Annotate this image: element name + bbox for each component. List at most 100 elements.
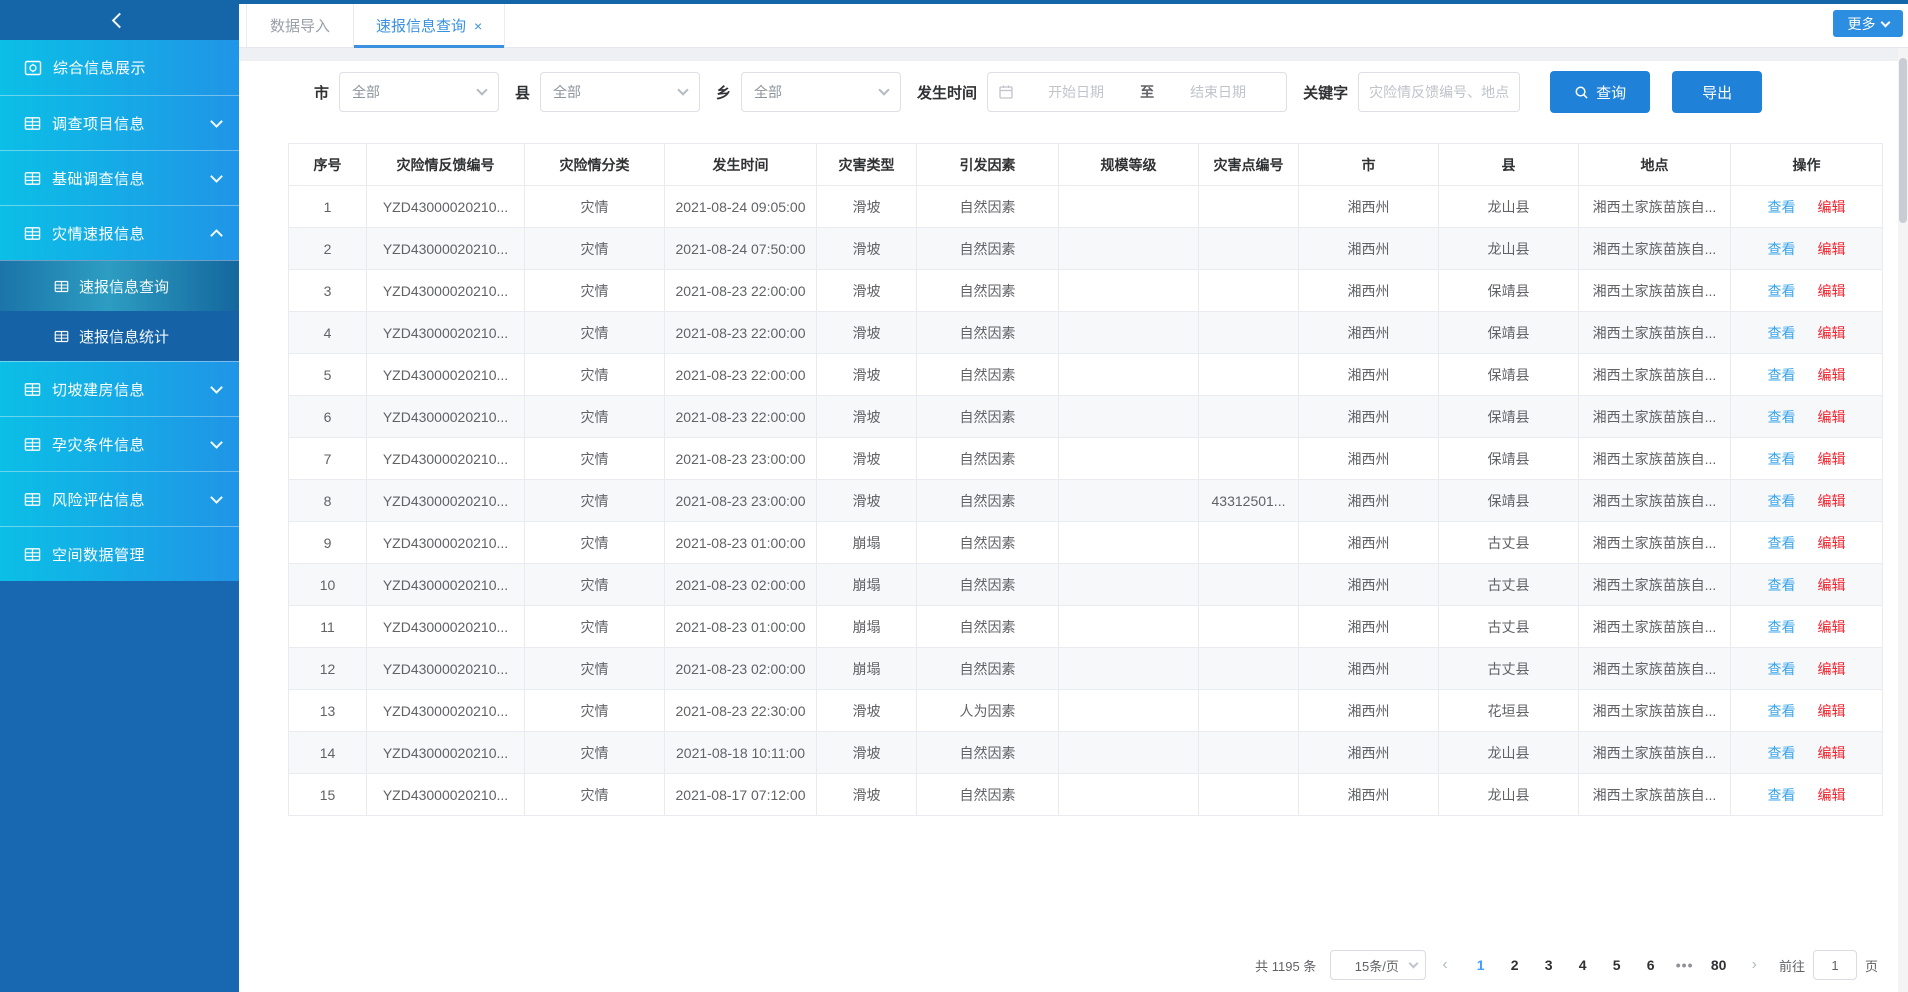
- sidebar-subitem-速报信息统计[interactable]: 速报信息统计: [0, 311, 239, 361]
- content-card: 市 全部 县 全部 乡 全部 发生时间 开始日期 至 结束: [239, 61, 1908, 992]
- table-cell: 湘西州: [1299, 732, 1439, 774]
- table-cell: 灾情: [525, 396, 665, 438]
- table-cell: 2021-08-17 07:12:00: [665, 774, 817, 816]
- search-button[interactable]: 查询: [1550, 71, 1650, 113]
- page-number-6[interactable]: 6: [1637, 951, 1665, 979]
- table-cell: [1199, 648, 1299, 690]
- sidebar-item-基础调查信息[interactable]: 基础调查信息: [0, 150, 239, 205]
- edit-link[interactable]: 编辑: [1818, 619, 1846, 635]
- table-cell: 自然因素: [917, 774, 1059, 816]
- next-page-button[interactable]: ›: [1748, 956, 1761, 974]
- actions-cell: 查看 编辑: [1731, 228, 1883, 270]
- table-cell: 6: [289, 396, 367, 438]
- sidebar-item-综合信息展示[interactable]: 综合信息展示: [0, 40, 239, 95]
- top-bar: [0, 0, 1908, 4]
- table-cell: 湘西土家族苗族自...: [1579, 606, 1731, 648]
- view-link[interactable]: 查看: [1768, 409, 1796, 425]
- edit-link[interactable]: 编辑: [1818, 745, 1846, 761]
- town-select[interactable]: 全部: [741, 72, 901, 112]
- view-link[interactable]: 查看: [1768, 745, 1796, 761]
- edit-link[interactable]: 编辑: [1818, 325, 1846, 341]
- view-link[interactable]: 查看: [1768, 451, 1796, 467]
- view-link[interactable]: 查看: [1768, 199, 1796, 215]
- sidebar-item-孕灾条件信息[interactable]: 孕灾条件信息: [0, 416, 239, 471]
- edit-link[interactable]: 编辑: [1818, 367, 1846, 383]
- table-cell: 湘西州: [1299, 480, 1439, 522]
- edit-link[interactable]: 编辑: [1818, 577, 1846, 593]
- city-select[interactable]: 全部: [339, 72, 499, 112]
- edit-link[interactable]: 编辑: [1818, 661, 1846, 677]
- view-link[interactable]: 查看: [1768, 787, 1796, 803]
- edit-link[interactable]: 编辑: [1818, 241, 1846, 257]
- scrollbar[interactable]: [1898, 48, 1908, 992]
- edit-link[interactable]: 编辑: [1818, 451, 1846, 467]
- more-button[interactable]: 更多: [1833, 10, 1903, 37]
- actions-cell: 查看 编辑: [1731, 648, 1883, 690]
- view-link[interactable]: 查看: [1768, 241, 1796, 257]
- date-range-picker[interactable]: 开始日期 至 结束日期: [987, 72, 1287, 112]
- tab-速报信息查询[interactable]: 速报信息查询×: [354, 4, 505, 47]
- table-cell: [1199, 396, 1299, 438]
- sidebar-item-灾情速报信息[interactable]: 灾情速报信息: [0, 205, 239, 260]
- page-size-select[interactable]: 15条/页: [1330, 950, 1426, 980]
- page-number-4[interactable]: 4: [1569, 951, 1597, 979]
- edit-link[interactable]: 编辑: [1818, 703, 1846, 719]
- table-cell: 湘西土家族苗族自...: [1579, 690, 1731, 732]
- tab-数据导入[interactable]: 数据导入: [246, 4, 354, 47]
- table-cell: 滑坡: [817, 774, 917, 816]
- page-number-80[interactable]: 80: [1705, 951, 1733, 979]
- view-link[interactable]: 查看: [1768, 577, 1796, 593]
- export-button[interactable]: 导出: [1672, 71, 1762, 113]
- sidebar-subitem-速报信息查询[interactable]: 速报信息查询: [0, 261, 239, 311]
- chevron-down-icon: [1409, 959, 1419, 969]
- goto-page-input[interactable]: [1813, 950, 1857, 980]
- page-number-5[interactable]: 5: [1603, 951, 1631, 979]
- table-cell: 灾情: [525, 522, 665, 564]
- table-row: 3YZD43000020210...灾情2021-08-23 22:00:00滑…: [289, 270, 1883, 312]
- sidebar-item-切坡建房信息[interactable]: 切坡建房信息: [0, 361, 239, 416]
- table-icon: [24, 491, 41, 508]
- edit-link[interactable]: 编辑: [1818, 787, 1846, 803]
- table-cell: 崩塌: [817, 648, 917, 690]
- sidebar-item-label: 调查项目信息: [52, 113, 212, 134]
- keyword-input[interactable]: [1358, 72, 1520, 112]
- end-date-placeholder[interactable]: 结束日期: [1160, 82, 1276, 102]
- edit-link[interactable]: 编辑: [1818, 283, 1846, 299]
- table-cell: YZD43000020210...: [367, 480, 525, 522]
- table-cell: YZD43000020210...: [367, 396, 525, 438]
- view-link[interactable]: 查看: [1768, 703, 1796, 719]
- page-number-2[interactable]: 2: [1501, 951, 1529, 979]
- table-cell: 灾情: [525, 270, 665, 312]
- table-cell: 滑坡: [817, 186, 917, 228]
- tab-close-icon[interactable]: ×: [474, 19, 482, 33]
- sidebar-item-风险评估信息[interactable]: 风险评估信息: [0, 471, 239, 526]
- edit-link[interactable]: 编辑: [1818, 199, 1846, 215]
- view-link[interactable]: 查看: [1768, 367, 1796, 383]
- scrollbar-thumb[interactable]: [1899, 58, 1907, 223]
- sidebar-item-调查项目信息[interactable]: 调查项目信息: [0, 95, 239, 150]
- sidebar-item-空间数据管理[interactable]: 空间数据管理: [0, 526, 239, 581]
- view-link[interactable]: 查看: [1768, 661, 1796, 677]
- sidebar-collapse-button[interactable]: [0, 0, 239, 40]
- page-number-1[interactable]: 1: [1467, 951, 1495, 979]
- table-cell: 崩塌: [817, 522, 917, 564]
- table-icon: [24, 225, 41, 242]
- table-cell: [1059, 732, 1199, 774]
- edit-link[interactable]: 编辑: [1818, 535, 1846, 551]
- edit-link[interactable]: 编辑: [1818, 493, 1846, 509]
- start-date-placeholder[interactable]: 开始日期: [1018, 82, 1134, 102]
- prev-page-button[interactable]: ‹: [1438, 956, 1451, 974]
- county-select[interactable]: 全部: [540, 72, 700, 112]
- sidebar-menu: 综合信息展示调查项目信息基础调查信息灾情速报信息速报信息查询速报信息统计切坡建房…: [0, 40, 239, 581]
- table-cell: 湘西土家族苗族自...: [1579, 312, 1731, 354]
- edit-link[interactable]: 编辑: [1818, 409, 1846, 425]
- page-number-3[interactable]: 3: [1535, 951, 1563, 979]
- column-header-操作: 操作: [1731, 144, 1883, 186]
- view-link[interactable]: 查看: [1768, 283, 1796, 299]
- view-link[interactable]: 查看: [1768, 325, 1796, 341]
- table-cell: 滑坡: [817, 732, 917, 774]
- view-link[interactable]: 查看: [1768, 493, 1796, 509]
- view-link[interactable]: 查看: [1768, 619, 1796, 635]
- table-row: 7YZD43000020210...灾情2021-08-23 23:00:00滑…: [289, 438, 1883, 480]
- view-link[interactable]: 查看: [1768, 535, 1796, 551]
